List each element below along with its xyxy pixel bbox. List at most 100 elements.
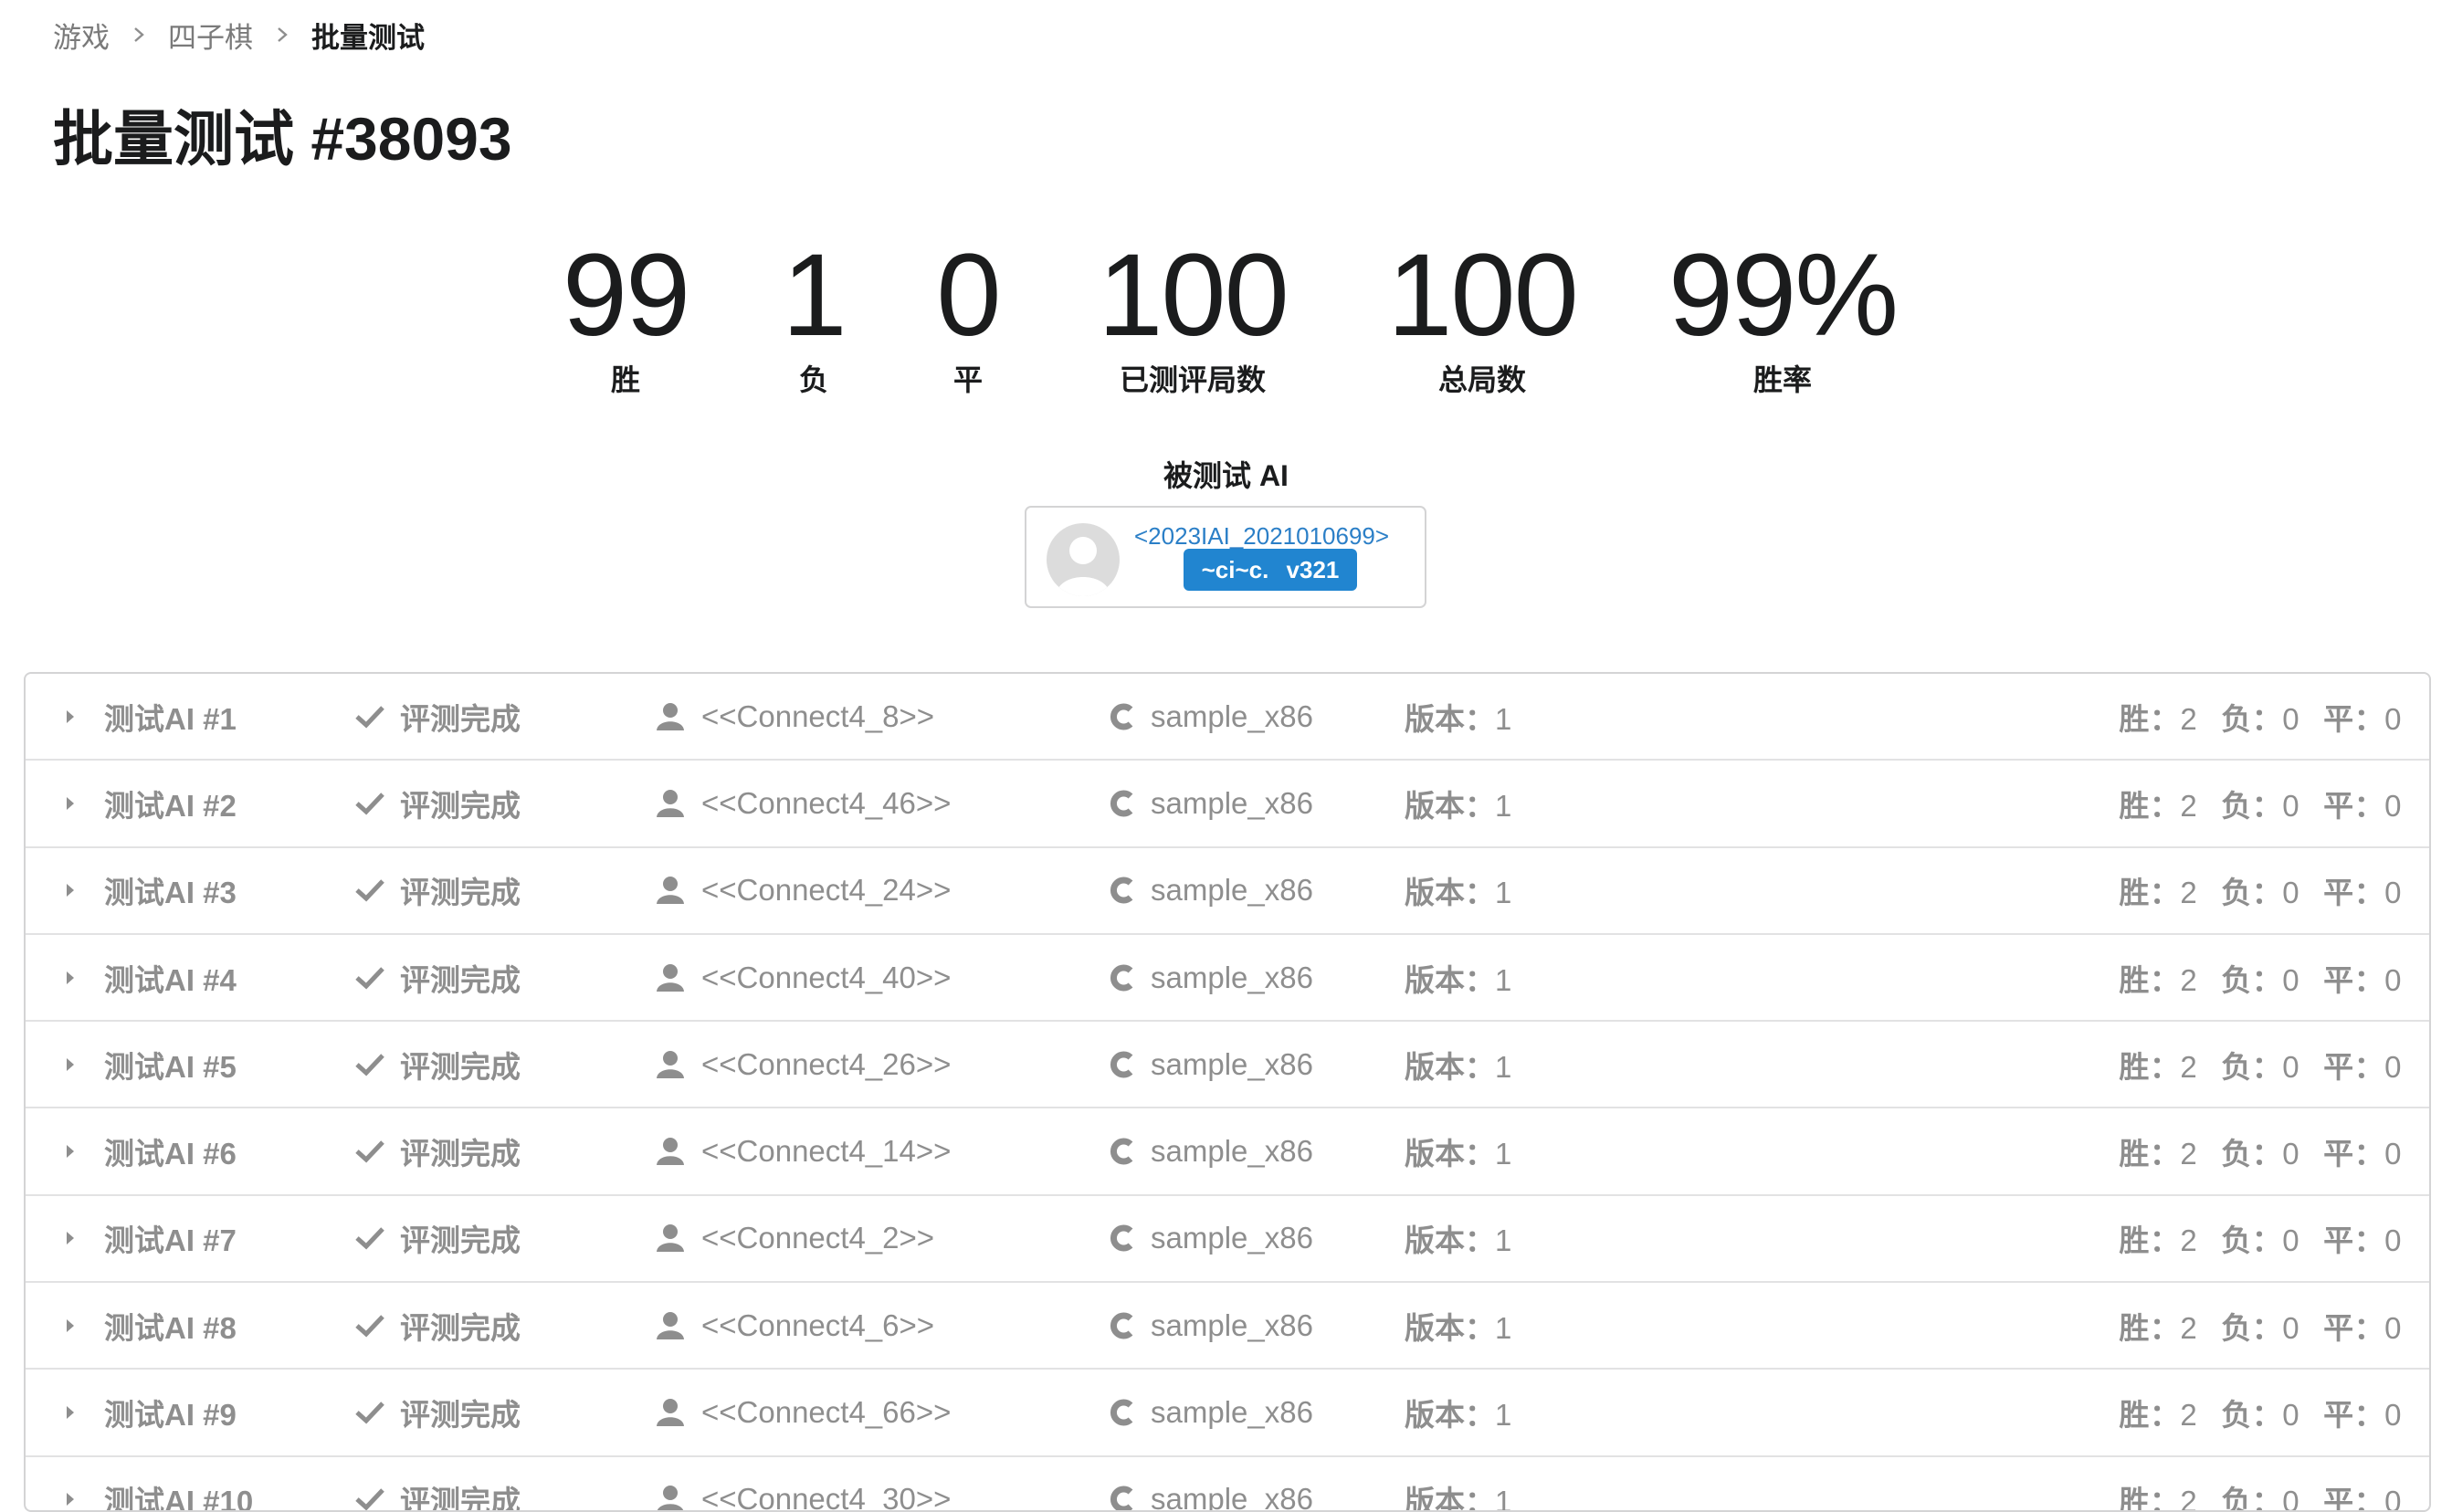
status-label: 评测完成 bbox=[400, 1398, 521, 1433]
list-item[interactable]: 测试AI #3 评测完成 <<Connect4_24>> sample_x86 … bbox=[26, 848, 2429, 935]
user-icon bbox=[657, 1050, 684, 1078]
stat-label: 平 bbox=[952, 363, 983, 396]
result-summary: 胜：2 负：0 平：0 bbox=[2119, 1398, 2402, 1433]
user-icon bbox=[657, 702, 684, 730]
check-icon bbox=[355, 705, 384, 729]
chevron-right-icon bbox=[110, 26, 168, 44]
check-icon bbox=[355, 879, 384, 902]
tested-ai-card[interactable]: <2023IAI_2021010699> ~ci~c. v321 bbox=[1025, 506, 1426, 608]
status-label: 评测完成 bbox=[400, 962, 521, 997]
caret-right-icon[interactable] bbox=[64, 794, 77, 813]
badge-version: v321 bbox=[1286, 555, 1340, 583]
tested-ai-name-link[interactable]: <2023IAI_2021010699> bbox=[1134, 522, 1389, 551]
version-label: 版本：1 bbox=[1405, 1398, 1512, 1433]
c-language-icon bbox=[1110, 1486, 1133, 1510]
c-language-icon bbox=[1110, 1312, 1133, 1339]
breadcrumb: 游戏 四子棋 批量测试 bbox=[53, 15, 425, 56]
c-language-icon bbox=[1110, 790, 1133, 817]
version-label: 版本：1 bbox=[1405, 876, 1512, 910]
status-label: 评测完成 bbox=[400, 1137, 521, 1171]
caret-right-icon[interactable] bbox=[64, 1055, 77, 1074]
version-label: 版本：1 bbox=[1405, 1310, 1512, 1345]
check-icon bbox=[355, 1054, 384, 1076]
list-item[interactable]: 测试AI #8 评测完成 <<Connect4_6>> sample_x86 版… bbox=[26, 1283, 2429, 1370]
caret-right-icon[interactable] bbox=[64, 1229, 77, 1247]
stat-draw: 0 平 bbox=[936, 233, 1001, 399]
version-label: 版本：1 bbox=[1405, 962, 1512, 997]
check-icon bbox=[355, 793, 384, 815]
test-ai-name: 测试AI #6 bbox=[104, 1137, 237, 1171]
user-link[interactable]: <<Connect4_24>> bbox=[701, 873, 951, 908]
user-link[interactable]: <<Connect4_8>> bbox=[701, 699, 934, 734]
user-link[interactable]: <<Connect4_14>> bbox=[701, 1134, 951, 1169]
result-summary: 胜：2 负：0 平：0 bbox=[2119, 962, 2402, 997]
caret-right-icon[interactable] bbox=[64, 1403, 77, 1422]
status-label: 评测完成 bbox=[400, 1310, 521, 1345]
status-label: 评测完成 bbox=[400, 1485, 521, 1512]
c-language-icon bbox=[1110, 1051, 1133, 1078]
avatar bbox=[1047, 523, 1120, 596]
result-summary: 胜：2 负：0 平：0 bbox=[2119, 1223, 2402, 1258]
user-link[interactable]: <<Connect4_40>> bbox=[701, 961, 951, 995]
user-link[interactable]: <<Connect4_2>> bbox=[701, 1221, 934, 1255]
check-icon bbox=[355, 966, 384, 990]
check-icon bbox=[355, 1488, 384, 1510]
stat-label: 胜 bbox=[610, 363, 640, 396]
page-title: 批量测试 #38093 bbox=[53, 105, 512, 173]
test-ai-name: 测试AI #4 bbox=[104, 962, 237, 997]
stat-winrate: 99% 胜率 bbox=[1668, 233, 1899, 399]
tested-ai-version-badge[interactable]: ~ci~c. v321 bbox=[1184, 549, 1357, 591]
result-summary: 胜：2 负：0 平：0 bbox=[2119, 701, 2402, 736]
check-icon bbox=[355, 1227, 384, 1250]
status-label: 评测完成 bbox=[400, 788, 521, 823]
c-language-icon bbox=[1110, 703, 1133, 730]
check-icon bbox=[355, 1140, 384, 1163]
caret-right-icon[interactable] bbox=[64, 881, 77, 899]
version-label: 版本：1 bbox=[1405, 788, 1512, 823]
list-item[interactable]: 测试AI #7 评测完成 <<Connect4_2>> sample_x86 版… bbox=[26, 1196, 2429, 1284]
stat-label: 总局数 bbox=[1437, 363, 1526, 396]
test-ai-name: 测试AI #3 bbox=[104, 876, 237, 910]
list-item[interactable]: 测试AI #2 评测完成 <<Connect4_46>> sample_x86 … bbox=[26, 761, 2429, 848]
stat-label: 已测评局数 bbox=[1119, 363, 1266, 396]
stat-total: 100 总局数 bbox=[1387, 233, 1579, 399]
test-ai-name: 测试AI #5 bbox=[104, 1049, 237, 1084]
list-item[interactable]: 测试AI #5 评测完成 <<Connect4_26>> sample_x86 … bbox=[26, 1022, 2429, 1109]
user-link[interactable]: <<Connect4_6>> bbox=[701, 1308, 934, 1343]
check-icon bbox=[355, 1314, 384, 1338]
test-ai-name: 测试AI #10 bbox=[104, 1485, 254, 1512]
list-item[interactable]: 测试AI #6 评测完成 <<Connect4_14>> sample_x86 … bbox=[26, 1108, 2429, 1196]
user-link[interactable]: <<Connect4_26>> bbox=[701, 1047, 951, 1082]
list-item[interactable]: 测试AI #10 评测完成 <<Connect4_30>> sample_x86… bbox=[26, 1457, 2429, 1512]
stat-label: 负 bbox=[798, 363, 828, 396]
chevron-right-icon bbox=[253, 26, 311, 44]
user-link[interactable]: <<Connect4_66>> bbox=[701, 1395, 951, 1430]
test-ai-name: 测试AI #7 bbox=[104, 1223, 237, 1258]
test-ai-list: 测试AI #1 评测完成 <<Connect4_8>> sample_x86 版… bbox=[24, 672, 2431, 1512]
c-language-icon bbox=[1110, 1224, 1133, 1252]
result-summary: 胜：2 负：0 平：0 bbox=[2119, 1137, 2402, 1171]
user-link[interactable]: <<Connect4_46>> bbox=[701, 786, 951, 821]
caret-right-icon[interactable] bbox=[64, 1490, 77, 1508]
list-item[interactable]: 测试AI #4 评测完成 <<Connect4_40>> sample_x86 … bbox=[26, 935, 2429, 1023]
list-item[interactable]: 测试AI #1 评测完成 <<Connect4_8>> sample_x86 版… bbox=[26, 674, 2429, 761]
breadcrumb-connect4[interactable]: 四子棋 bbox=[168, 15, 253, 56]
list-item[interactable]: 测试AI #9 评测完成 <<Connect4_66>> sample_x86 … bbox=[26, 1370, 2429, 1457]
stat-value: 1 bbox=[782, 230, 847, 361]
user-icon bbox=[657, 1224, 684, 1253]
result-summary: 胜：2 负：0 平：0 bbox=[2119, 1485, 2402, 1512]
c-language-icon bbox=[1110, 964, 1133, 992]
language-label: sample_x86 bbox=[1151, 1307, 1313, 1342]
user-link[interactable]: <<Connect4_30>> bbox=[701, 1482, 951, 1510]
user-icon bbox=[658, 1486, 683, 1510]
caret-right-icon[interactable] bbox=[64, 1142, 77, 1160]
stat-win: 99 胜 bbox=[563, 233, 690, 399]
user-icon bbox=[657, 789, 684, 817]
caret-right-icon[interactable] bbox=[64, 708, 77, 726]
caret-right-icon[interactable] bbox=[64, 1317, 77, 1335]
tested-ai-header: 被测试 AI bbox=[1163, 459, 1289, 492]
breadcrumb-games[interactable]: 游戏 bbox=[53, 15, 110, 56]
test-ai-name: 测试AI #1 bbox=[104, 701, 237, 736]
caret-right-icon[interactable] bbox=[64, 969, 77, 987]
result-summary: 胜：2 负：0 平：0 bbox=[2119, 1049, 2402, 1084]
